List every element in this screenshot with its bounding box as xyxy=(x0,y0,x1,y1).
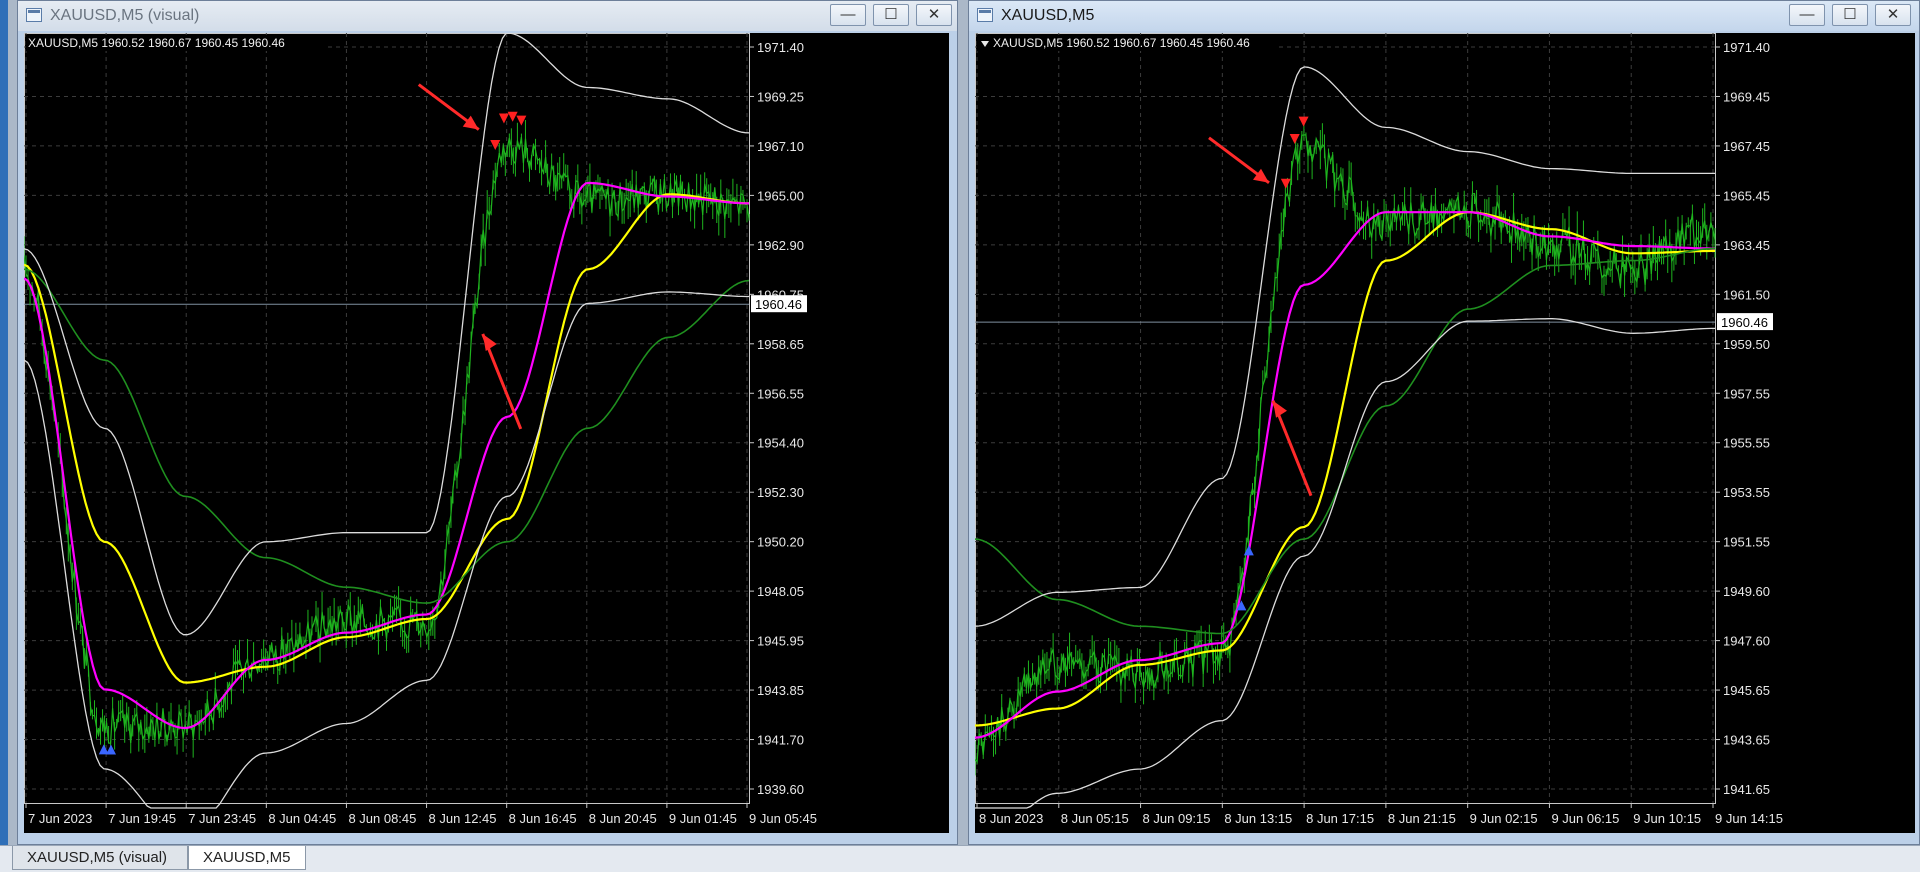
current-price-label: 1960.46 xyxy=(1721,315,1768,330)
price-tick-label: 1947.60 xyxy=(1723,634,1770,649)
close-icon: ✕ xyxy=(1886,6,1900,23)
symbol-info-text: XAUUSD,M5 1960.52 1960.67 1960.45 1960.4… xyxy=(993,36,1250,50)
time-tick-label: 8 Jun 04:45 xyxy=(268,811,336,826)
time-tick-label: 9 Jun 06:15 xyxy=(1551,811,1619,826)
time-tick-label: 7 Jun 2023 xyxy=(28,811,92,826)
price-tick-label: 1943.85 xyxy=(757,683,804,698)
price-tick-label: 1941.70 xyxy=(757,733,804,748)
close-icon: ✕ xyxy=(927,6,941,23)
price-tick-label: 1943.65 xyxy=(1723,733,1770,748)
price-tick-label: 1962.90 xyxy=(757,238,804,253)
time-tick-label: 8 Jun 08:45 xyxy=(348,811,416,826)
price-tick-label: 1969.45 xyxy=(1723,89,1770,104)
price-tick-label: 1967.10 xyxy=(757,139,804,154)
current-price-label: 1960.46 xyxy=(755,297,802,312)
minimize-button[interactable]: — xyxy=(830,4,866,26)
time-tick-label: 8 Jun 21:15 xyxy=(1388,811,1456,826)
chart-window-main[interactable]: XAUUSD,M5 — ☐ ✕ 1971.40 1969.45 1967.45 196… xyxy=(968,0,1920,845)
price-chart-svg[interactable]: 1971.40 1969.25 1967.10 1965.00 1962.90 1960.… xyxy=(24,33,949,833)
price-tick-label: 1961.50 xyxy=(1723,287,1770,302)
time-tick-label: 9 Jun 01:45 xyxy=(669,811,737,826)
price-tick-label: 1958.65 xyxy=(757,337,804,352)
maximize-icon: ☐ xyxy=(1843,6,1857,23)
maximize-icon: ☐ xyxy=(884,6,898,23)
chart-window-icon xyxy=(977,8,993,22)
chart-background xyxy=(24,33,826,833)
time-tick-label: 8 Jun 12:45 xyxy=(429,811,497,826)
price-tick-label: 1971.40 xyxy=(1723,40,1770,55)
close-button[interactable]: ✕ xyxy=(916,4,952,26)
price-tick-label: 1971.40 xyxy=(757,40,804,55)
price-tick-label: 1945.65 xyxy=(1723,683,1770,698)
price-tick-label: 1954.40 xyxy=(757,436,804,451)
time-tick-label: 8 Jun 16:45 xyxy=(509,811,577,826)
price-tick-label: 1967.45 xyxy=(1723,139,1770,154)
time-tick-label: 8 Jun 2023 xyxy=(979,811,1043,826)
price-tick-label: 1948.05 xyxy=(757,584,804,599)
minimize-button[interactable]: — xyxy=(1789,4,1825,26)
price-chart[interactable]: 1971.40 1969.25 1967.10 1965.00 1962.90 1960.… xyxy=(24,33,949,833)
chart-window-icon xyxy=(26,8,42,22)
window-titlebar[interactable]: XAUUSD,M5 — ☐ ✕ xyxy=(969,1,1919,31)
price-tick-label: 1949.60 xyxy=(1723,584,1770,599)
price-tick-label: 1941.65 xyxy=(1723,782,1770,797)
price-tick-label: 1957.55 xyxy=(1723,386,1770,401)
tab-xauusd-visual[interactable]: XAUUSD,M5 (visual) xyxy=(12,846,188,870)
window-titlebar[interactable]: XAUUSD,M5 (visual) — ☐ ✕ xyxy=(18,1,957,31)
price-tick-label: 1963.45 xyxy=(1723,238,1770,253)
price-tick-label: 1945.95 xyxy=(757,634,804,649)
price-tick-label: 1959.50 xyxy=(1723,337,1770,352)
time-tick-label: 9 Jun 14:15 xyxy=(1715,811,1783,826)
time-tick-label: 9 Jun 02:15 xyxy=(1470,811,1538,826)
price-chart[interactable]: 1971.40 1969.45 1967.45 1965.45 1963.45 1961.… xyxy=(975,33,1915,833)
tab-xauusd[interactable]: XAUUSD,M5 xyxy=(188,846,306,870)
price-tick-label: 1965.45 xyxy=(1723,188,1770,203)
price-chart-svg[interactable]: 1971.40 1969.45 1967.45 1965.45 1963.45 1961.… xyxy=(975,33,1915,833)
minimize-icon: — xyxy=(840,6,856,23)
time-tick-label: 9 Jun 05:45 xyxy=(749,811,817,826)
price-tick-label: 1952.30 xyxy=(757,485,804,500)
time-tick-label: 7 Jun 19:45 xyxy=(108,811,176,826)
time-tick-label: 8 Jun 17:15 xyxy=(1306,811,1374,826)
time-tick-label: 8 Jun 20:45 xyxy=(589,811,657,826)
time-tick-label: 8 Jun 13:15 xyxy=(1224,811,1292,826)
minimize-icon: — xyxy=(1799,6,1815,23)
close-button[interactable]: ✕ xyxy=(1875,4,1911,26)
maximize-button[interactable]: ☐ xyxy=(873,4,909,26)
price-tick-label: 1939.60 xyxy=(757,782,804,797)
price-tick-label: 1955.55 xyxy=(1723,436,1770,451)
chart-tab-bar: XAUUSD,M5 (visual) XAUUSD,M5 xyxy=(0,845,1920,872)
chart-window-visual[interactable]: XAUUSD,M5 (visual) — ☐ ✕ 1971.40 1969.25 1… xyxy=(17,0,958,845)
price-tick-label: 1951.55 xyxy=(1723,535,1770,550)
price-tick-label: 1953.55 xyxy=(1723,485,1770,500)
time-tick-label: 9 Jun 10:15 xyxy=(1633,811,1701,826)
window-title: XAUUSD,M5 (visual) xyxy=(50,7,200,24)
price-tick-label: 1969.25 xyxy=(757,89,804,104)
price-tick-label: 1956.55 xyxy=(757,386,804,401)
chart-background xyxy=(975,33,1792,833)
symbol-info-text: XAUUSD,M5 1960.52 1960.67 1960.45 1960.4… xyxy=(28,36,285,50)
price-tick-label: 1965.00 xyxy=(757,188,804,203)
desktop-edge xyxy=(0,0,8,845)
time-tick-label: 8 Jun 09:15 xyxy=(1143,811,1211,826)
time-tick-label: 8 Jun 05:15 xyxy=(1061,811,1129,826)
price-tick-label: 1950.20 xyxy=(757,535,804,550)
maximize-button[interactable]: ☐ xyxy=(1832,4,1868,26)
window-title: XAUUSD,M5 xyxy=(1001,7,1095,24)
time-tick-label: 7 Jun 23:45 xyxy=(188,811,256,826)
